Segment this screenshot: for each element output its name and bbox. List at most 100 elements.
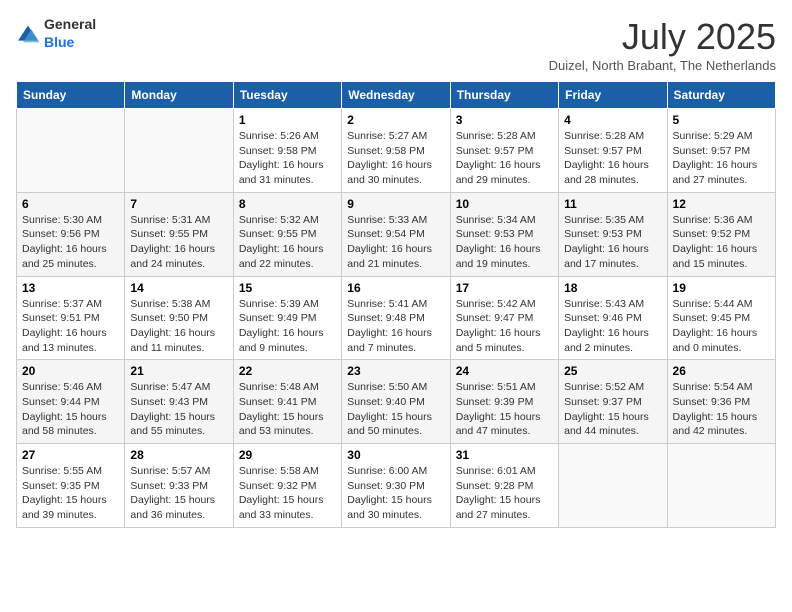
day-number: 28 [130,448,227,462]
day-info: Sunrise: 5:27 AM Sunset: 9:58 PM Dayligh… [347,129,444,188]
day-number: 3 [456,113,553,127]
day-info: Sunrise: 5:38 AM Sunset: 9:50 PM Dayligh… [130,297,227,356]
calendar-header-wednesday: Wednesday [342,82,450,109]
logo-icon [16,24,40,44]
calendar-cell: 10 Sunrise: 5:34 AM Sunset: 9:53 PM Dayli… [450,192,558,276]
day-info: Sunrise: 5:46 AM Sunset: 9:44 PM Dayligh… [22,380,119,439]
calendar-week-3: 13 Sunrise: 5:37 AM Sunset: 9:51 PM Dayli… [17,276,776,360]
day-info: Sunrise: 5:47 AM Sunset: 9:43 PM Dayligh… [130,380,227,439]
logo: General Blue [16,16,96,52]
calendar-header-sunday: Sunday [17,82,125,109]
day-number: 10 [456,197,553,211]
day-info: Sunrise: 5:35 AM Sunset: 9:53 PM Dayligh… [564,213,661,272]
day-info: Sunrise: 6:00 AM Sunset: 9:30 PM Dayligh… [347,464,444,523]
day-number: 18 [564,281,661,295]
day-info: Sunrise: 5:55 AM Sunset: 9:35 PM Dayligh… [22,464,119,523]
day-info: Sunrise: 5:30 AM Sunset: 9:56 PM Dayligh… [22,213,119,272]
day-info: Sunrise: 6:01 AM Sunset: 9:28 PM Dayligh… [456,464,553,523]
day-number: 17 [456,281,553,295]
day-info: Sunrise: 5:57 AM Sunset: 9:33 PM Dayligh… [130,464,227,523]
day-number: 22 [239,364,336,378]
day-number: 1 [239,113,336,127]
calendar-cell: 4 Sunrise: 5:28 AM Sunset: 9:57 PM Daylig… [559,109,667,193]
calendar-header-monday: Monday [125,82,233,109]
day-info: Sunrise: 5:29 AM Sunset: 9:57 PM Dayligh… [673,129,770,188]
calendar-header-tuesday: Tuesday [233,82,341,109]
day-info: Sunrise: 5:36 AM Sunset: 9:52 PM Dayligh… [673,213,770,272]
day-number: 6 [22,197,119,211]
day-info: Sunrise: 5:41 AM Sunset: 9:48 PM Dayligh… [347,297,444,356]
day-number: 26 [673,364,770,378]
day-info: Sunrise: 5:37 AM Sunset: 9:51 PM Dayligh… [22,297,119,356]
calendar-cell: 27 Sunrise: 5:55 AM Sunset: 9:35 PM Dayli… [17,444,125,528]
day-info: Sunrise: 5:48 AM Sunset: 9:41 PM Dayligh… [239,380,336,439]
calendar-cell: 9 Sunrise: 5:33 AM Sunset: 9:54 PM Daylig… [342,192,450,276]
day-number: 15 [239,281,336,295]
day-number: 7 [130,197,227,211]
day-number: 23 [347,364,444,378]
day-info: Sunrise: 5:54 AM Sunset: 9:36 PM Dayligh… [673,380,770,439]
calendar-table: SundayMondayTuesdayWednesdayThursdayFrid… [16,81,776,528]
calendar-header-saturday: Saturday [667,82,775,109]
day-info: Sunrise: 5:31 AM Sunset: 9:55 PM Dayligh… [130,213,227,272]
day-number: 8 [239,197,336,211]
calendar-cell: 31Sunrise: 6:01 AM Sunset: 9:28 PM Dayli… [450,444,558,528]
day-info: Sunrise: 5:58 AM Sunset: 9:32 PM Dayligh… [239,464,336,523]
day-info: Sunrise: 5:34 AM Sunset: 9:53 PM Dayligh… [456,213,553,272]
logo-general-text: General [44,16,96,32]
day-number: 11 [564,197,661,211]
day-info: Sunrise: 5:28 AM Sunset: 9:57 PM Dayligh… [456,129,553,188]
day-number: 25 [564,364,661,378]
calendar-cell: 3 Sunrise: 5:28 AM Sunset: 9:57 PM Daylig… [450,109,558,193]
day-number: 19 [673,281,770,295]
day-number: 21 [130,364,227,378]
day-info: Sunrise: 5:39 AM Sunset: 9:49 PM Dayligh… [239,297,336,356]
calendar-week-2: 6 Sunrise: 5:30 AM Sunset: 9:56 PM Daylig… [17,192,776,276]
calendar-cell: 2 Sunrise: 5:27 AM Sunset: 9:58 PM Daylig… [342,109,450,193]
day-number: 13 [22,281,119,295]
day-number: 24 [456,364,553,378]
calendar-cell [667,444,775,528]
calendar-week-5: 27 Sunrise: 5:55 AM Sunset: 9:35 PM Dayli… [17,444,776,528]
location-subtitle: Duizel, North Brabant, The Netherlands [549,58,776,73]
day-info: Sunrise: 5:32 AM Sunset: 9:55 PM Dayligh… [239,213,336,272]
calendar-cell [17,109,125,193]
calendar-header-thursday: Thursday [450,82,558,109]
day-number: 20 [22,364,119,378]
calendar-cell: 14 Sunrise: 5:38 AM Sunset: 9:50 PM Dayli… [125,276,233,360]
calendar-cell: 17 Sunrise: 5:42 AM Sunset: 9:47 PM Dayli… [450,276,558,360]
calendar-cell: 15 Sunrise: 5:39 AM Sunset: 9:49 PM Dayli… [233,276,341,360]
calendar-cell: 20 Sunrise: 5:46 AM Sunset: 9:44 PM Dayli… [17,360,125,444]
day-number: 5 [673,113,770,127]
calendar-cell: 11 Sunrise: 5:35 AM Sunset: 9:53 PM Dayli… [559,192,667,276]
calendar-cell: 26 Sunrise: 5:54 AM Sunset: 9:36 PM Dayli… [667,360,775,444]
day-number: 2 [347,113,444,127]
calendar-cell: 18 Sunrise: 5:43 AM Sunset: 9:46 PM Dayli… [559,276,667,360]
day-number: 16 [347,281,444,295]
calendar-cell: 24 Sunrise: 5:51 AM Sunset: 9:39 PM Dayli… [450,360,558,444]
calendar-cell: 28 Sunrise: 5:57 AM Sunset: 9:33 PM Dayli… [125,444,233,528]
day-number: 4 [564,113,661,127]
day-info: Sunrise: 5:51 AM Sunset: 9:39 PM Dayligh… [456,380,553,439]
calendar-cell: 12Sunrise: 5:36 AM Sunset: 9:52 PM Dayli… [667,192,775,276]
day-info: Sunrise: 5:42 AM Sunset: 9:47 PM Dayligh… [456,297,553,356]
day-number: 9 [347,197,444,211]
day-info: Sunrise: 5:33 AM Sunset: 9:54 PM Dayligh… [347,213,444,272]
calendar-cell: 25 Sunrise: 5:52 AM Sunset: 9:37 PM Dayli… [559,360,667,444]
calendar-cell: 1 Sunrise: 5:26 AM Sunset: 9:58 PM Daylig… [233,109,341,193]
day-info: Sunrise: 5:52 AM Sunset: 9:37 PM Dayligh… [564,380,661,439]
day-number: 14 [130,281,227,295]
day-info: Sunrise: 5:26 AM Sunset: 9:58 PM Dayligh… [239,129,336,188]
calendar-cell: 7 Sunrise: 5:31 AM Sunset: 9:55 PM Daylig… [125,192,233,276]
calendar-cell: 30Sunrise: 6:00 AM Sunset: 9:30 PM Dayli… [342,444,450,528]
calendar-cell [559,444,667,528]
calendar-cell: 22 Sunrise: 5:48 AM Sunset: 9:41 PM Dayli… [233,360,341,444]
calendar-cell: 5 Sunrise: 5:29 AM Sunset: 9:57 PM Daylig… [667,109,775,193]
day-number: 29 [239,448,336,462]
calendar-cell: 13 Sunrise: 5:37 AM Sunset: 9:51 PM Dayli… [17,276,125,360]
day-info: Sunrise: 5:43 AM Sunset: 9:46 PM Dayligh… [564,297,661,356]
calendar-cell: 16 Sunrise: 5:41 AM Sunset: 9:48 PM Dayli… [342,276,450,360]
logo-blue-text: Blue [44,34,74,50]
day-number: 27 [22,448,119,462]
day-info: Sunrise: 5:28 AM Sunset: 9:57 PM Dayligh… [564,129,661,188]
